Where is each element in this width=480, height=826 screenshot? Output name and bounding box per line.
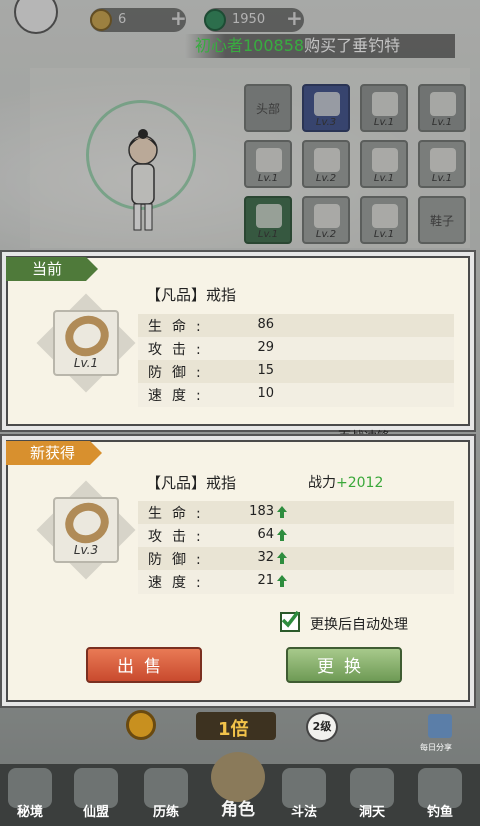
stat-label: 生命: [148,506,211,522]
check-icon [281,610,300,628]
new-tag: 新获得 [6,441,116,465]
stat-value: 86 [257,317,274,332]
nav-item[interactable]: 钓鱼 [410,764,470,826]
replace-button[interactable]: 更换 [286,647,402,683]
nav-item[interactable]: 角色 [204,748,272,826]
stat-value: 10 [257,386,274,401]
nav-label: 钓鱼 [426,805,453,820]
stat-label: 速度: [148,575,211,591]
nav-item[interactable]: 历练 [136,764,196,826]
nav-label: 角色 [221,800,255,820]
stat-value: 64 [257,527,274,542]
stat-value: 29 [257,340,274,355]
nav-label: 历练 [152,805,179,820]
ring-icon [59,309,115,363]
nav-label: 斗法 [290,805,317,820]
stat-label: 攻击: [148,342,211,358]
ring-icon [59,496,115,550]
multiplier-text: 1倍 [218,719,249,740]
auto-process-label: 更换后自动处理 [310,617,408,633]
power-value: +2012 [336,475,384,491]
stat-value: 21 [257,573,274,588]
increase-arrow-icon [277,575,287,587]
stat-value: 15 [257,363,274,378]
current-item-name: 【凡品】戒指 [146,286,237,304]
stat-label: 防御: [148,365,211,381]
new-item-slot[interactable]: Lv.3 [53,496,119,563]
increase-arrow-icon [277,552,287,564]
nav-item[interactable]: 仙盟 [66,764,126,826]
increase-arrow-icon [277,506,287,518]
power-label: 战力 [308,475,336,491]
nav-label: 仙盟 [82,805,109,820]
share-icon[interactable] [428,714,452,738]
stat-label: 生命: [148,319,211,335]
current-item-slot[interactable]: Lv.1 [53,309,119,376]
nav-item[interactable]: 秘境 [0,764,60,826]
gear-icon[interactable] [126,710,156,740]
speed-multiplier[interactable]: 1倍 [196,712,276,740]
level-badge[interactable]: 2级 [306,712,338,742]
new-item-name: 【凡品】戒指 [146,474,237,492]
auto-process-checkbox[interactable] [280,610,300,632]
nav-label: 洞天 [358,805,385,820]
stat-label: 防御: [148,552,211,568]
nav-item[interactable]: 斗法 [274,764,334,826]
power-change: 战力+2012 [308,472,383,492]
nav-item[interactable]: 洞天 [342,764,402,826]
daily-share-label: 每日分享 [420,743,452,752]
current-item-level: Lv.1 [73,356,99,370]
current-tag-label: 当前 [32,260,63,278]
nav-label: 秘境 [16,805,43,820]
stat-label: 速度: [148,388,211,404]
new-tag-label: 新获得 [30,444,76,462]
sell-button[interactable]: 出售 [86,647,202,683]
increase-arrow-icon [277,529,287,541]
stat-value: 32 [257,550,274,565]
stat-label: 攻击: [148,529,211,545]
new-item-level: Lv.3 [73,543,99,557]
stat-value: 183 [249,504,274,519]
current-tag: 当前 [6,257,106,281]
